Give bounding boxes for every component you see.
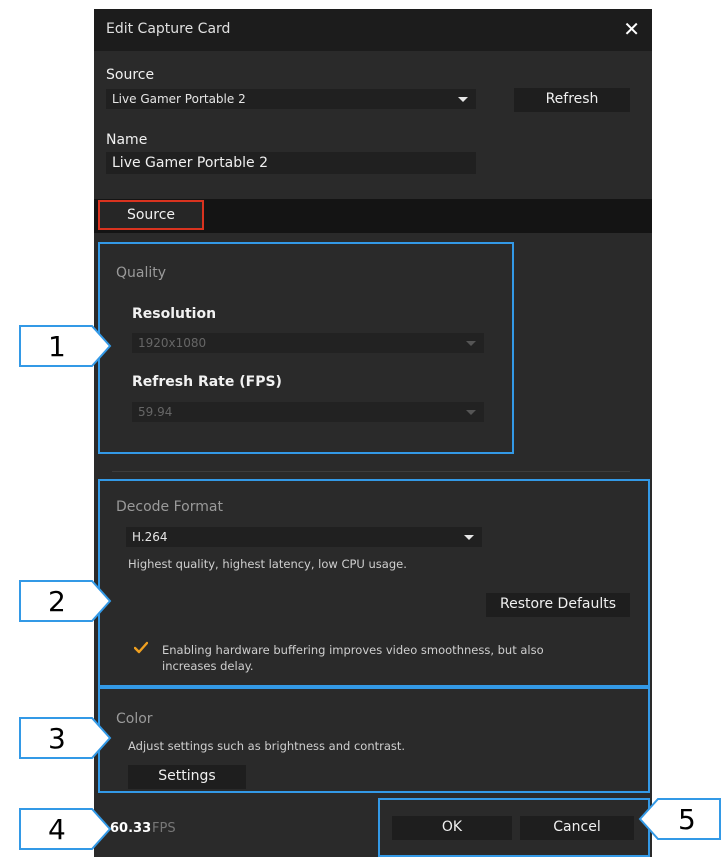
chevron-down-icon bbox=[466, 410, 476, 415]
callout-4: 4 bbox=[19, 808, 112, 850]
callout-4-label: 4 bbox=[48, 813, 66, 846]
tab-bar: Source bbox=[94, 199, 652, 233]
decode-format-value: H.264 bbox=[132, 530, 168, 544]
resolution-value: 1920x1080 bbox=[138, 336, 207, 350]
color-description: Adjust settings such as brightness and c… bbox=[128, 739, 406, 753]
source-label: Source bbox=[106, 67, 155, 83]
tab-source[interactable]: Source bbox=[98, 200, 204, 230]
callout-3-label: 3 bbox=[48, 722, 66, 755]
color-title: Color bbox=[116, 711, 153, 727]
restore-defaults-button[interactable]: Restore Defaults bbox=[486, 593, 630, 617]
callout-5: 5 bbox=[638, 798, 721, 840]
section-divider bbox=[112, 471, 630, 472]
refresh-rate-label: Refresh Rate (FPS) bbox=[132, 374, 282, 390]
callout-1: 1 bbox=[19, 325, 112, 367]
source-dropdown-value: Live Gamer Portable 2 bbox=[112, 92, 246, 106]
quality-title: Quality bbox=[116, 265, 167, 281]
resolution-dropdown[interactable]: 1920x1080 bbox=[132, 333, 484, 353]
callout-5-label: 5 bbox=[678, 803, 696, 836]
close-icon[interactable]: ✕ bbox=[623, 17, 640, 41]
callout-2: 2 bbox=[19, 580, 112, 622]
resolution-label: Resolution bbox=[132, 306, 217, 322]
callout-1-label: 1 bbox=[48, 330, 66, 363]
name-field[interactable]: Live Gamer Portable 2 bbox=[106, 152, 476, 174]
decode-description: Highest quality, highest latency, low CP… bbox=[128, 557, 407, 571]
refresh-rate-dropdown[interactable]: 59.94 bbox=[132, 402, 484, 422]
refresh-button[interactable]: Refresh bbox=[514, 88, 630, 112]
cancel-button[interactable]: Cancel bbox=[520, 816, 634, 840]
fps-unit: FPS bbox=[152, 821, 176, 836]
callout-2-label: 2 bbox=[48, 585, 66, 618]
title-bar: Edit Capture Card ✕ bbox=[94, 9, 652, 51]
decode-format-dropdown[interactable]: H.264 bbox=[126, 527, 482, 547]
chevron-down-icon bbox=[464, 535, 474, 540]
color-settings-button[interactable]: Settings bbox=[128, 765, 246, 789]
chevron-down-icon bbox=[466, 341, 476, 346]
buffering-checkbox-checkmark-icon[interactable] bbox=[134, 641, 148, 655]
buffering-text-line-2: increases delay. bbox=[162, 659, 254, 673]
name-label: Name bbox=[106, 132, 148, 148]
source-dropdown[interactable]: Live Gamer Portable 2 bbox=[106, 89, 476, 109]
edit-capture-card-dialog: Edit Capture Card ✕ Source Live Gamer Po… bbox=[94, 9, 652, 857]
decode-format-title: Decode Format bbox=[116, 499, 223, 515]
refresh-rate-value: 59.94 bbox=[138, 405, 173, 419]
chevron-down-icon bbox=[458, 97, 468, 102]
ok-button[interactable]: OK bbox=[392, 816, 512, 840]
callout-3: 3 bbox=[19, 717, 112, 759]
buffering-text-line-1: Enabling hardware buffering improves vid… bbox=[162, 643, 544, 657]
dialog-title: Edit Capture Card bbox=[106, 21, 231, 37]
